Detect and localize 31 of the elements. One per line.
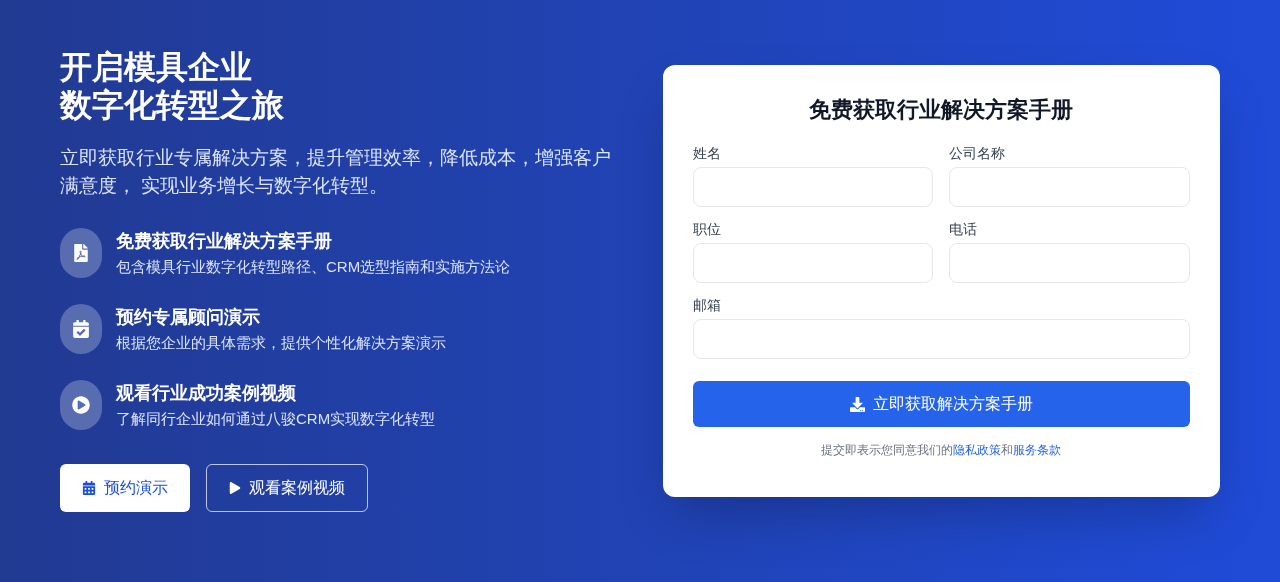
feature-title: 预约专属顾问演示 [116, 306, 261, 329]
play-icon [229, 482, 241, 494]
play-icon [72, 396, 90, 414]
feature-title: 观看行业成功案例视频 [116, 382, 297, 405]
input-field[interactable] [949, 167, 1190, 207]
field-label: 公司名称 [949, 144, 1007, 163]
book-demo-button[interactable]: 预约演示 [60, 464, 190, 512]
privacy-policy-link[interactable]: 隐私政策 [953, 443, 1002, 457]
feature-description: 包含模具行业数字化转型路径、CRM选型指南和实施方法论 [116, 257, 511, 277]
input-field[interactable] [692, 319, 1190, 359]
input-field[interactable] [949, 243, 1190, 283]
terms-link[interactable]: 服务条款 [1013, 443, 1062, 457]
submit-button[interactable]: 立即获取解决方案手册 [692, 381, 1190, 427]
input-field[interactable] [692, 167, 934, 207]
pdf-file-icon [72, 244, 90, 262]
consent-note: 提交即表示您同意我们的隐私政策和服务条款 [820, 442, 1063, 459]
field-label: 职位 [692, 220, 722, 239]
form-title: 免费获取行业解决方案手册 [808, 96, 1075, 124]
hero-subtitle: 立即获取行业专属解决方案，提升管理效率，降低成本，增强客户满意度， 实现业务增长与数字化转型。 [60, 146, 612, 198]
input-field[interactable] [692, 243, 934, 283]
download-icon [849, 396, 865, 412]
watch-video-button[interactable]: 观看案例视频 [206, 464, 368, 512]
feature-description: 了解同行企业如何通过八骏CRM实现数字化转型 [116, 409, 436, 429]
field-label: 电话 [949, 220, 979, 239]
calendar-check-icon [72, 320, 90, 338]
feature-title: 免费获取行业解决方案手册 [116, 230, 333, 253]
calendar-icon [82, 481, 96, 495]
feature-description: 根据您企业的具体需求，提供个性化解决方案演示 [116, 333, 446, 353]
hero-title: 开启模具企业 数字化转型之旅 [60, 48, 285, 124]
field-label: 邮箱 [692, 296, 722, 315]
field-label: 姓名 [692, 144, 722, 163]
